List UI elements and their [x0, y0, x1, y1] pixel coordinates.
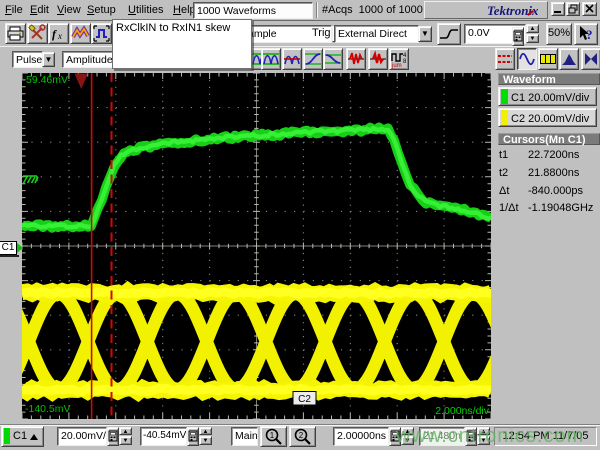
svg-text:C2: C2 — [298, 394, 311, 405]
svg-text:2: 2 — [299, 431, 304, 440]
svg-text:f: f — [52, 27, 57, 41]
svg-text:59.46mV: 59.46mV — [26, 74, 68, 86]
svg-text:1: 1 — [270, 431, 275, 440]
svg-text:?: ? — [586, 27, 593, 42]
svg-text:8: 8 — [403, 59, 407, 65]
svg-text:2.000ns/div: 2.000ns/div — [435, 405, 489, 417]
svg-text:-140.5mV: -140.5mV — [25, 403, 71, 415]
svg-text:jum: jum — [391, 63, 402, 69]
svg-text:x: x — [57, 31, 62, 41]
